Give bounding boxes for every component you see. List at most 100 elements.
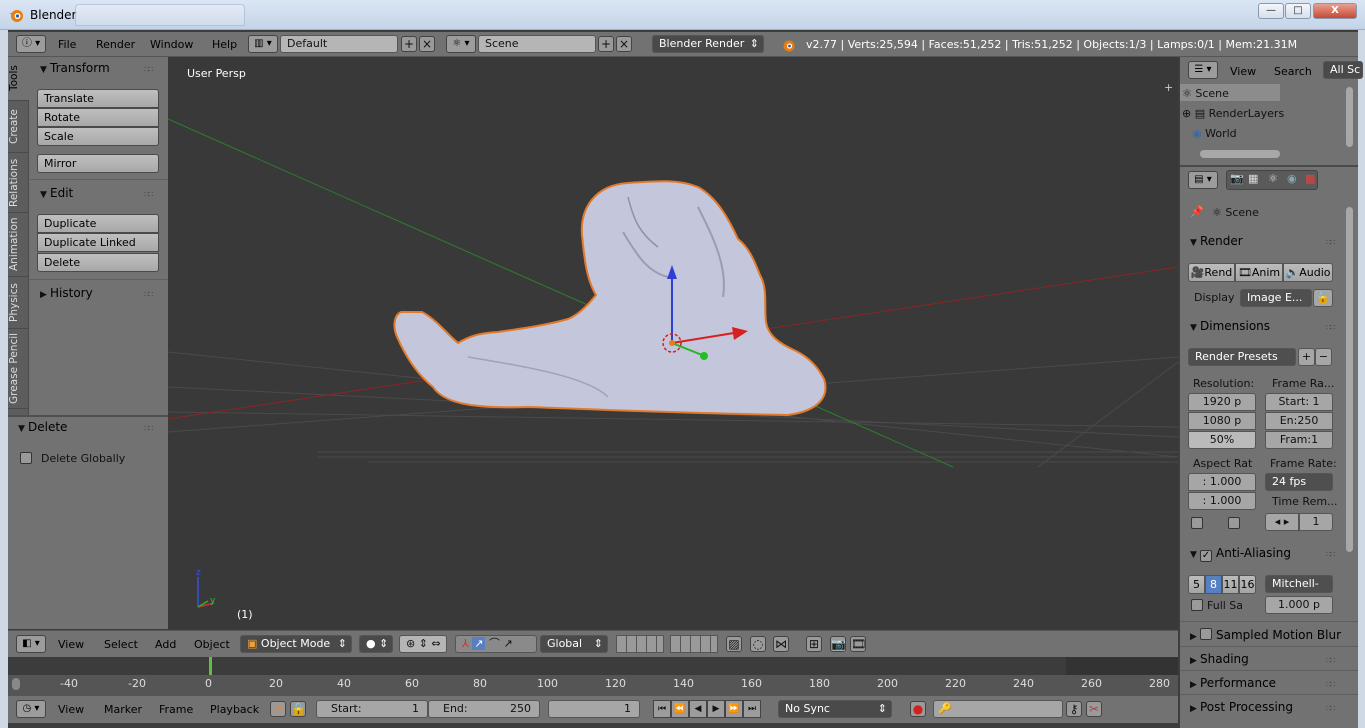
shading-panel-header[interactable]: ▶ Shading: [1190, 652, 1249, 666]
scene-tab-icon[interactable]: ⚛: [1268, 172, 1278, 185]
render-engine-select[interactable]: Blender Render ⇕: [652, 35, 764, 53]
post-processing-panel-header[interactable]: ▶ Post Processing: [1190, 700, 1293, 714]
aa-samples-5[interactable]: 5: [1188, 575, 1205, 594]
aspect-x-field[interactable]: : 1.000: [1188, 473, 1256, 491]
render-image-button[interactable]: 🎥Rend: [1188, 263, 1235, 282]
timeline-menu-frame[interactable]: Frame: [159, 703, 193, 716]
play-icon[interactable]: ▶: [707, 700, 725, 718]
transform-panel-header[interactable]: ▼ Transform: [40, 61, 110, 75]
translate-manipulator-icon[interactable]: ↗: [472, 637, 486, 650]
pivot-point-select[interactable]: ⊛ ⇕ ⇔: [399, 635, 447, 653]
time-remap-new-field[interactable]: 1: [1299, 513, 1333, 531]
view3d-menu-view[interactable]: View: [58, 638, 84, 651]
aa-samples-16[interactable]: 16: [1239, 575, 1256, 594]
add-scene-icon[interactable]: +: [598, 36, 614, 52]
remove-preset-icon[interactable]: −: [1315, 348, 1332, 366]
scene-icon[interactable]: ⚛ ▾: [446, 35, 476, 53]
current-frame-indicator[interactable]: [209, 657, 212, 677]
scale-button[interactable]: Scale: [37, 127, 159, 146]
keying-set-field[interactable]: 🔑: [933, 700, 1063, 718]
translate-button[interactable]: Translate: [37, 89, 159, 108]
motion-blur-checkbox[interactable]: [1200, 628, 1212, 640]
opengl-render-icon[interactable]: 📷: [830, 636, 846, 652]
screen-layout-icon[interactable]: ▥ ▾: [248, 35, 278, 53]
resolution-x-field[interactable]: 1920 p: [1188, 393, 1256, 411]
delete-globally-checkbox[interactable]: [20, 452, 32, 464]
delete-screen-icon[interactable]: ×: [419, 36, 435, 52]
editor-type-3d-view[interactable]: ◧ ▾: [16, 635, 46, 653]
tab-relations[interactable]: Relations: [8, 153, 29, 213]
texture-tab-icon[interactable]: ▩: [1305, 172, 1315, 185]
outliner-item-world[interactable]: ◉ World: [1192, 127, 1237, 140]
display-select[interactable]: Image E...: [1240, 289, 1312, 307]
scene-field[interactable]: Scene: [478, 35, 596, 53]
transform-orientation-select[interactable]: Global ⇕: [540, 635, 608, 653]
editor-type-outliner[interactable]: ☰ ▾: [1188, 61, 1218, 79]
jump-to-start-icon[interactable]: ⏮: [653, 700, 671, 718]
panel-grip-icon[interactable]: ∷∷: [1326, 550, 1335, 559]
record-icon[interactable]: ●: [910, 701, 926, 717]
editor-type-info[interactable]: ⓘ ▾: [16, 35, 46, 53]
current-frame-field[interactable]: 1: [548, 700, 640, 718]
edit-panel-header[interactable]: ▼ Edit: [40, 186, 73, 200]
add-screen-icon[interactable]: +: [401, 36, 417, 52]
border-checkbox[interactable]: [1191, 517, 1203, 529]
menu-help[interactable]: Help: [212, 38, 237, 51]
screen-layout-field[interactable]: Default: [280, 35, 398, 53]
menu-window[interactable]: Window: [150, 38, 193, 51]
tab-create[interactable]: Create: [8, 101, 29, 153]
aspect-y-field[interactable]: : 1.000: [1188, 492, 1256, 510]
timeline-menu-view[interactable]: View: [58, 703, 84, 716]
timeline-menu-marker[interactable]: Marker: [104, 703, 142, 716]
properties-toggle-icon[interactable]: +: [1164, 81, 1173, 94]
lock-layers-icon[interactable]: ▨: [726, 636, 742, 652]
panel-grip-icon[interactable]: ∷∷: [144, 290, 153, 299]
aa-filter-select[interactable]: Mitchell-: [1265, 575, 1333, 593]
y-handle-icon[interactable]: [700, 352, 708, 360]
outliner-item-renderlayers[interactable]: ⊕ ▤ RenderLayers: [1182, 107, 1284, 120]
timeline-scroll-handle[interactable]: [12, 678, 20, 690]
jump-to-next-keyframe-icon[interactable]: ⏩: [725, 700, 743, 718]
aa-samples-8[interactable]: 8: [1205, 575, 1222, 594]
view3d-menu-add[interactable]: Add: [155, 638, 176, 651]
outliner-item-scene[interactable]: ⚛ Scene: [1182, 87, 1229, 100]
jump-to-prev-keyframe-icon[interactable]: ⏪: [671, 700, 689, 718]
editor-type-timeline[interactable]: ◷ ▾: [16, 700, 46, 718]
delete-keyframe-icon[interactable]: ✂: [1086, 701, 1102, 717]
dimensions-panel-header[interactable]: ▼ Dimensions: [1190, 319, 1270, 333]
resolution-percent-slider[interactable]: 50%: [1188, 431, 1256, 449]
aa-samples-11[interactable]: 11: [1222, 575, 1239, 594]
tab-grease-pencil[interactable]: Grease Pencil: [8, 329, 29, 409]
panel-grip-icon[interactable]: ∷∷: [144, 424, 153, 433]
start-frame-field[interactable]: Start: 1: [316, 700, 428, 718]
outliner-menu-view[interactable]: View: [1230, 65, 1256, 78]
layer-buttons-2[interactable]: [670, 635, 718, 653]
menu-render[interactable]: Render: [96, 38, 135, 51]
crop-checkbox[interactable]: [1228, 517, 1240, 529]
tab-tools[interactable]: Tools: [8, 57, 29, 101]
outliner-filter[interactable]: All Sc: [1323, 61, 1363, 79]
anti-aliasing-checkbox[interactable]: ✓: [1200, 550, 1212, 562]
full-sample-checkbox[interactable]: [1191, 599, 1203, 611]
3d-viewport[interactable]: User Persp z y (1) +: [168, 57, 1178, 629]
properties-scrollbar[interactable]: [1346, 207, 1353, 552]
performance-panel-header[interactable]: ▶ Performance: [1190, 676, 1276, 690]
render-layers-tab-icon[interactable]: ▦: [1248, 172, 1258, 185]
render-animation-button[interactable]: 🎞Anim: [1235, 263, 1283, 282]
view3d-menu-select[interactable]: Select: [104, 638, 138, 651]
menu-file[interactable]: File: [58, 38, 76, 51]
panel-grip-icon[interactable]: ∷∷: [1326, 323, 1335, 332]
panel-grip-icon[interactable]: ∷∷: [144, 65, 153, 74]
frame-step-field[interactable]: Fram:1: [1265, 431, 1333, 449]
minimize-button[interactable]: —: [1258, 3, 1284, 19]
resolution-y-field[interactable]: 1080 p: [1188, 412, 1256, 430]
outliner-menu-search[interactable]: Search: [1274, 65, 1312, 78]
world-tab-icon[interactable]: ◉: [1287, 172, 1297, 185]
delete-scene-icon[interactable]: ×: [616, 36, 632, 52]
panel-grip-icon[interactable]: ∷∷: [144, 190, 153, 199]
lock-icon[interactable]: 🔓: [1313, 289, 1333, 307]
frame-rate-select[interactable]: 24 fps: [1265, 473, 1333, 491]
layer-buttons-1[interactable]: [616, 635, 664, 653]
opengl-anim-icon[interactable]: 🎞: [850, 636, 866, 652]
timeline[interactable]: -40 -20 0 20 40 60 80 100 120 140 160 18…: [8, 657, 1178, 695]
